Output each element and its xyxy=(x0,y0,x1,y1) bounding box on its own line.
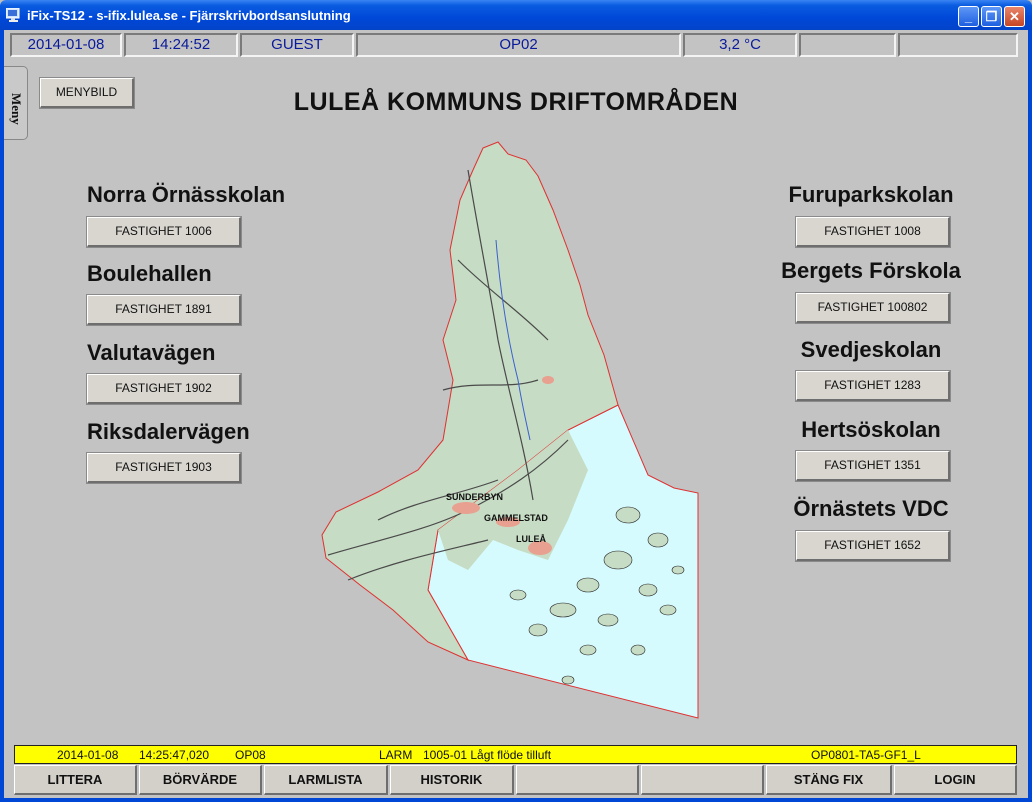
page-title: LULEÅ KOMMUNS DRIFTOMRÅDEN xyxy=(293,88,739,116)
fastighet-1006-button[interactable]: FASTIGHET 1006 xyxy=(86,216,242,248)
site-name: Hertsöskolan xyxy=(801,417,941,442)
fastighet-1351-button[interactable]: FASTIGHET 1351 xyxy=(795,450,951,482)
alarm-message: 1005-01 Lågt flöde tilluft xyxy=(423,748,552,762)
alarm-type: LARM xyxy=(379,748,413,762)
site-name: Riksdalervägen xyxy=(87,419,250,444)
alarm-bar[interactable]: 2014-01-08 14:25:47,020 OP08 LARM 1005-0… xyxy=(14,745,1017,764)
fastighet-1902-button[interactable]: FASTIGHET 1902 xyxy=(86,373,242,405)
site-name: Valutavägen xyxy=(87,340,216,365)
close-icon: ✕ xyxy=(1009,9,1020,24)
site-name: Bergets Förskola xyxy=(781,258,961,283)
status-node: OP02 xyxy=(356,33,681,57)
status-header: 2014-01-08 14:24:52 GUEST OP02 3,2 °C xyxy=(4,31,1024,60)
site-name: Boulehallen xyxy=(87,261,212,286)
stang-fix-button[interactable]: STÄNG FIX xyxy=(766,765,892,795)
fastighet-1891-button[interactable]: FASTIGHET 1891 xyxy=(86,294,242,326)
window-titlebar[interactable]: iFix-TS12 - s-ifix.lulea.se - Fjärrskriv… xyxy=(0,0,1032,30)
window-title: iFix-TS12 - s-ifix.lulea.se - Fjärrskriv… xyxy=(27,8,351,23)
restore-button[interactable]: ❐ xyxy=(981,6,1002,27)
fastighet-1283-button[interactable]: FASTIGHET 1283 xyxy=(795,370,951,402)
site-name: Svedjeskolan xyxy=(800,337,942,362)
login-button[interactable]: LOGIN xyxy=(894,765,1017,795)
status-empty-1 xyxy=(799,33,896,57)
empty-button-1[interactable] xyxy=(516,765,639,795)
restore-icon: ❐ xyxy=(985,9,998,24)
larmlista-button[interactable]: LARMLISTA xyxy=(264,765,388,795)
status-temperature: 3,2 °C xyxy=(683,33,797,57)
historik-button[interactable]: HISTORIK xyxy=(390,765,514,795)
status-time: 14:24:52 xyxy=(124,33,238,57)
littera-button[interactable]: LITTERA xyxy=(14,765,137,795)
close-button[interactable]: ✕ xyxy=(1004,6,1025,27)
borvarde-button[interactable]: BÖRVÄRDE xyxy=(139,765,262,795)
minimize-icon: _ xyxy=(964,9,973,24)
site-name: Örnästets VDC xyxy=(793,496,949,521)
alarm-node: OP08 xyxy=(235,748,266,762)
map-label-sunderbyn: SUNDERBYN xyxy=(446,492,503,502)
fastighet-1008-button[interactable]: FASTIGHET 1008 xyxy=(795,216,951,248)
map-label-gammelstad: GAMMELSTAD xyxy=(484,513,548,523)
site-name: Norra Örnässkolan xyxy=(87,182,286,207)
map-label-lulea: LULEÅ xyxy=(516,534,546,544)
alarm-date: 2014-01-08 xyxy=(57,748,119,762)
empty-button-2[interactable] xyxy=(641,765,764,795)
site-name: Furuparkskolan xyxy=(788,182,954,207)
alarm-time: 14:25:47,020 xyxy=(139,748,210,762)
fastighet-1652-button[interactable]: FASTIGHET 1652 xyxy=(795,530,951,562)
status-empty-2 xyxy=(898,33,1018,57)
lulea-map: SUNDERBYN GAMMELSTAD LULEÅ xyxy=(321,141,699,719)
alarm-tag: OP0801-TA5-GF1_L xyxy=(811,748,921,762)
status-date: 2014-01-08 xyxy=(10,33,122,57)
status-user: GUEST xyxy=(240,33,354,57)
minimize-button[interactable]: _ xyxy=(958,6,979,27)
fastighet-1903-button[interactable]: FASTIGHET 1903 xyxy=(86,452,242,484)
fastighet-100802-button[interactable]: FASTIGHET 100802 xyxy=(795,292,951,324)
remote-desktop-icon xyxy=(6,8,20,22)
